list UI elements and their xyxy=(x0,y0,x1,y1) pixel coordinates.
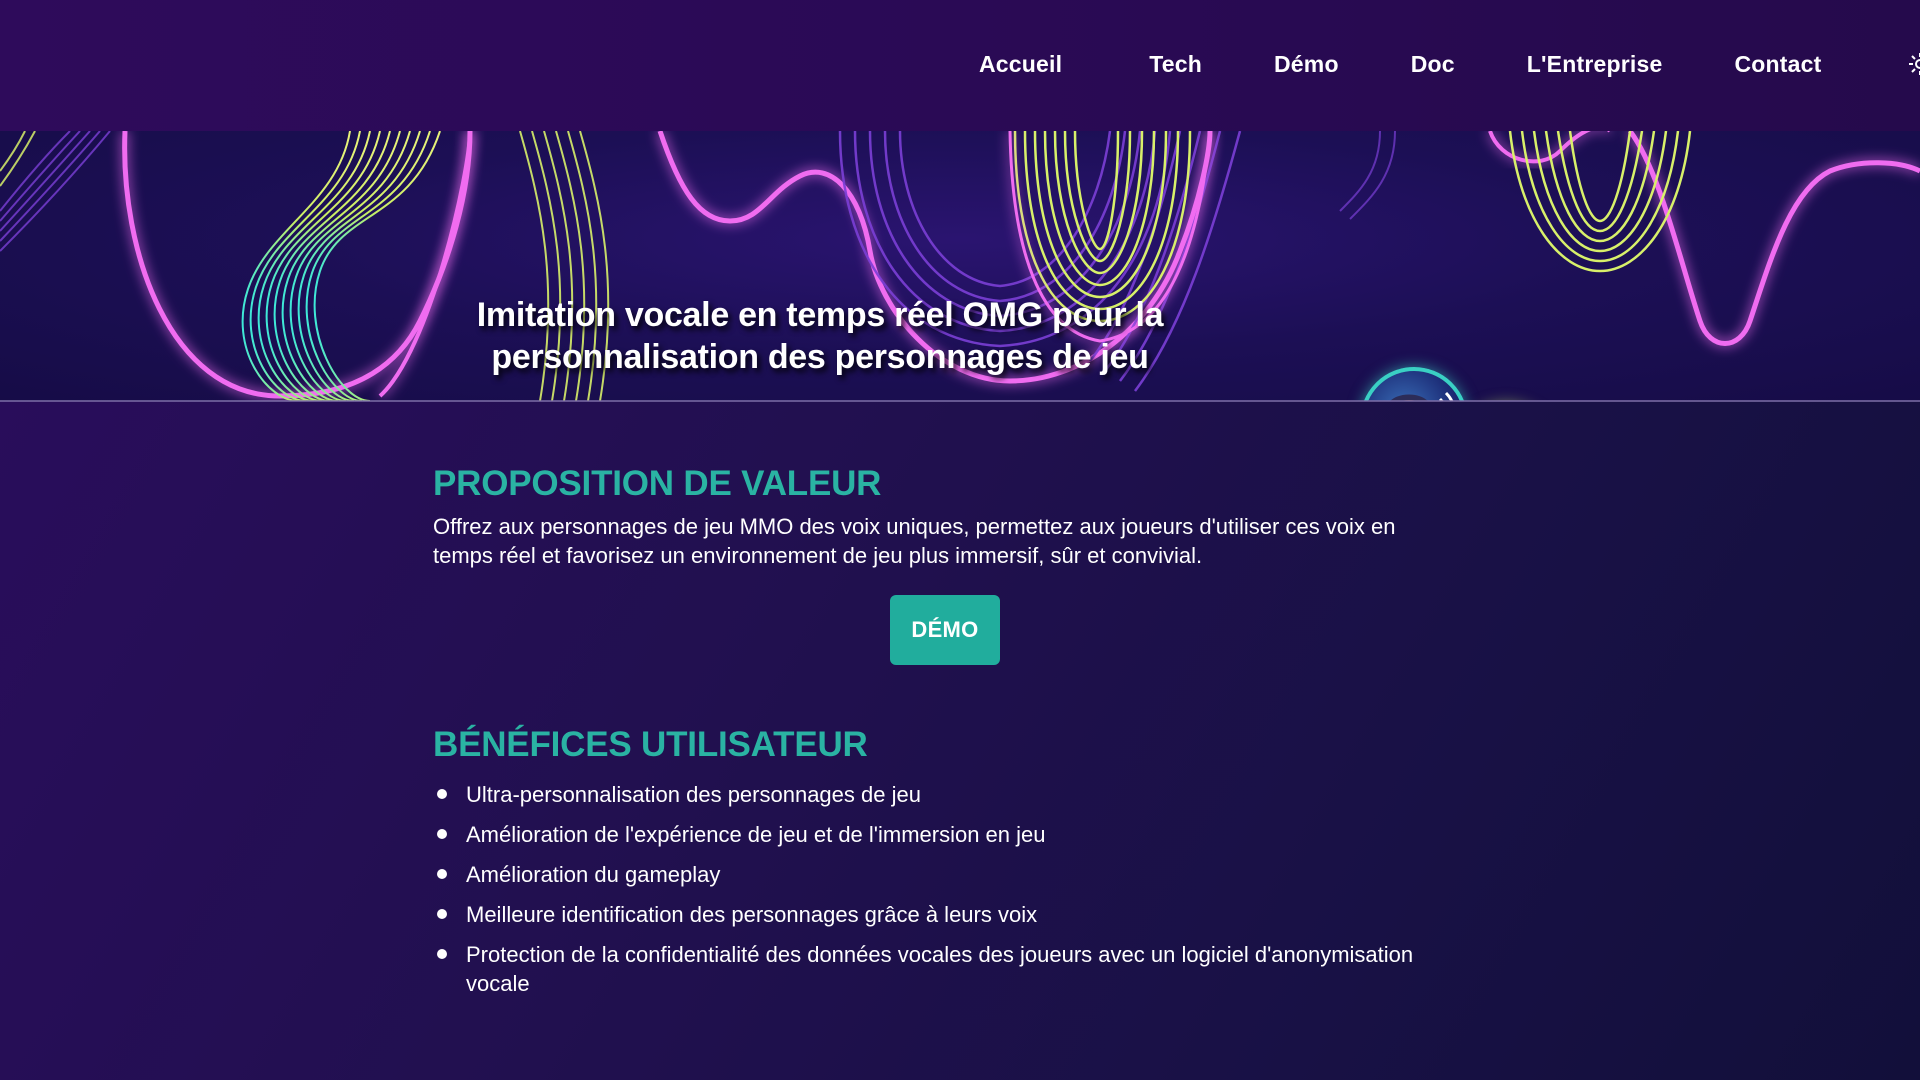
benefit-text: Meilleure identification des personnages… xyxy=(466,902,1038,927)
benefits-list: Ultra-personnalisation des personnages d… xyxy=(433,780,1433,1009)
value-proposition-text: Offrez aux personnages de jeu MMO des vo… xyxy=(433,514,1396,568)
demo-button[interactable]: DÉMO xyxy=(890,595,1000,665)
benefit-text: Amélioration du gameplay xyxy=(466,862,721,887)
benefit-item: Ultra-personnalisation des personnages d… xyxy=(433,780,1433,809)
bullet-icon xyxy=(437,829,447,839)
nav-item-doc[interactable]: Doc xyxy=(1411,51,1455,78)
site-header: Accueil Tech Démo Doc L'Entreprise Conta… xyxy=(0,0,1920,131)
user-benefits-title: BÉNÉFICES UTILISATEUR xyxy=(433,725,868,764)
bullet-icon xyxy=(437,869,447,879)
main-nav: Accueil Tech Démo Doc L'Entreprise Conta… xyxy=(979,46,1821,82)
nav-item-tech[interactable]: Tech xyxy=(1149,51,1202,78)
value-proposition-title: PROPOSITION DE VALEUR xyxy=(433,464,882,503)
nav-item-accueil[interactable]: Accueil xyxy=(979,51,1062,78)
nav-item-demo[interactable]: Démo xyxy=(1274,51,1339,78)
hero-title: Imitation vocale en temps réel OMG pour … xyxy=(476,295,1164,376)
hero-banner: Imitation vocale en temps réel OMG pour … xyxy=(0,131,1920,401)
benefit-text: Ultra-personnalisation des personnages d… xyxy=(466,782,921,807)
benefit-item: Amélioration de l'expérience de jeu et d… xyxy=(433,820,1433,849)
benefit-item: Meilleure identification des personnages… xyxy=(433,900,1433,929)
nav-item-entreprise[interactable]: L'Entreprise xyxy=(1527,51,1663,78)
benefit-item: Amélioration du gameplay xyxy=(433,860,1433,889)
hero-divider xyxy=(0,400,1920,402)
benefit-item: Protection de la confidentialité des don… xyxy=(433,940,1433,998)
nav-item-contact[interactable]: Contact xyxy=(1734,51,1821,78)
bullet-icon xyxy=(437,949,447,959)
benefit-text: Amélioration de l'expérience de jeu et d… xyxy=(466,822,1046,847)
sun-icon[interactable] xyxy=(1906,46,1920,82)
bullet-icon xyxy=(437,909,447,919)
benefit-text: Protection de la confidentialité des don… xyxy=(466,942,1414,996)
bullet-icon xyxy=(437,789,447,799)
